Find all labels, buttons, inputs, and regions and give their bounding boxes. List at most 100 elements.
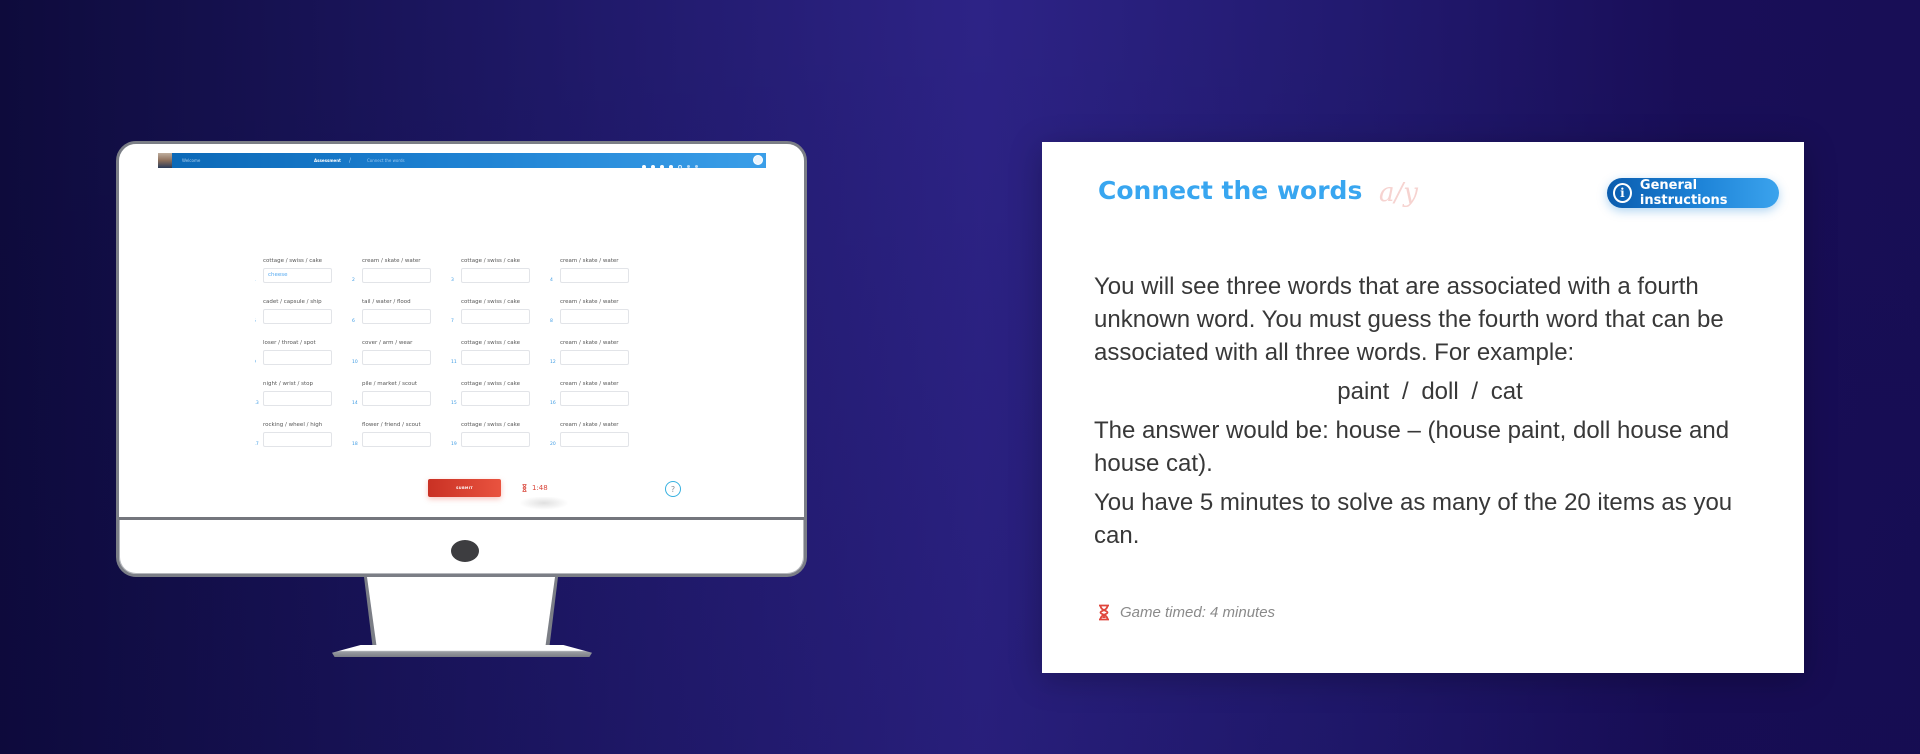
progress-dot <box>687 165 690 168</box>
breadcrumb-separator: / <box>349 157 352 164</box>
word-item-cue: cottage / swiss / cake <box>461 422 521 428</box>
word-grid-viewport: cottage / swiss / cake 1 cheese cream / ska… <box>255 258 681 498</box>
game-timed-text: Game timed: 4 minutes <box>1120 604 1276 621</box>
monitor-stand <box>367 577 555 645</box>
word-item-cue: night / wrist / stop <box>263 381 314 387</box>
progress-dot <box>695 165 698 168</box>
submit-button[interactable]: SUBMIT <box>428 479 501 497</box>
app-header: Welcome Assessment / Connect the words <box>158 153 766 169</box>
answer-input[interactable] <box>362 432 431 447</box>
word-item-cue: cottage / swiss / cake <box>461 340 521 346</box>
word-item: night / wrist / stop 13 <box>255 381 354 411</box>
progress-dot <box>669 165 673 169</box>
word-item-number: 1 <box>255 278 256 283</box>
answer-input[interactable] <box>362 391 431 406</box>
answer-input[interactable] <box>263 391 332 406</box>
answer-input[interactable] <box>362 309 431 324</box>
word-item: cottage / swiss / cake 7 <box>451 299 552 329</box>
word-item-number: 8 <box>550 319 553 324</box>
word-item-number: 9 <box>255 360 256 365</box>
answer-input[interactable] <box>461 350 530 365</box>
answer-input[interactable] <box>263 432 332 447</box>
example-words: paint / doll / cat <box>1337 378 1523 405</box>
word-item-cue: rocking / wheel / high <box>263 422 323 428</box>
word-item: cream / skate / water 2 <box>352 258 453 288</box>
answer-input[interactable] <box>560 391 629 406</box>
word-item-cue: loser / throat / spot <box>263 340 316 346</box>
progress-dot <box>651 165 655 169</box>
general-instructions-button[interactable]: i General instructions <box>1607 178 1779 208</box>
help-button[interactable]: ? <box>665 481 681 497</box>
answer-input[interactable] <box>362 350 431 365</box>
instructions-body: You will see three words that are associ… <box>1094 270 1766 558</box>
instructions-paragraph: You will see three words that are associ… <box>1094 273 1724 366</box>
word-item: pile / market / scout 14 <box>352 381 453 411</box>
word-item-number: 18 <box>352 442 358 447</box>
answer-input[interactable] <box>263 350 332 365</box>
word-item: cadet / capsule / ship 5 <box>255 299 354 329</box>
word-item: rocking / wheel / high 17 <box>255 422 354 452</box>
breadcrumb-current: Connect the words <box>367 158 405 163</box>
answer-input[interactable] <box>362 268 431 283</box>
answer-input[interactable] <box>461 432 530 447</box>
general-instructions-label: General instructions <box>1639 178 1728 208</box>
answer-input[interactable] <box>263 309 332 324</box>
word-item-cue: cottage / swiss / cake <box>461 299 521 305</box>
monitor-logo-dot <box>451 540 479 562</box>
word-item-cue: pile / market / scout <box>362 381 418 387</box>
word-item-number: 7 <box>451 319 454 324</box>
word-item: flower / friend / scout 18 <box>352 422 453 452</box>
word-item-number: 3 <box>451 278 454 283</box>
word-item-number: 19 <box>451 442 457 447</box>
progress-dot-current <box>678 165 682 169</box>
word-item-number: 4 <box>550 278 553 283</box>
answer-input[interactable] <box>560 432 629 447</box>
breadcrumb-assessment[interactable]: Assessment <box>314 158 341 163</box>
timer-shadow <box>519 496 569 510</box>
word-item: tail / water / flood 6 <box>352 299 453 329</box>
word-item-number: 11 <box>451 360 457 365</box>
answer-input[interactable] <box>461 309 530 324</box>
word-item: cream / skate / water 20 <box>550 422 651 452</box>
monitor-base <box>332 645 592 657</box>
word-item-number: 15 <box>451 401 457 406</box>
progress-indicator <box>642 165 698 169</box>
word-item-cue: cream / skate / water <box>560 340 619 346</box>
word-item-cue: tail / water / flood <box>362 299 411 305</box>
word-item-number: 6 <box>352 319 355 324</box>
instructions-paragraph: The answer would be: house – (house pain… <box>1094 417 1730 477</box>
word-item-cue: cover / arm / wear <box>362 340 413 346</box>
hourglass-icon <box>522 484 527 492</box>
hourglass-icon <box>1099 604 1109 621</box>
avatar <box>158 153 172 168</box>
answer-input[interactable] <box>560 350 629 365</box>
word-item-cue: cream / skate / water <box>560 422 619 428</box>
answer-input[interactable] <box>560 268 629 283</box>
instructions-card: Connect the words a/y i General instruct… <box>1042 142 1804 673</box>
word-item: cream / skate / water 16 <box>550 381 651 411</box>
word-item: cottage / swiss / cake 11 <box>451 340 552 370</box>
word-item-cue: cottage / swiss / cake <box>263 258 323 264</box>
word-item-number: 17 <box>255 442 259 447</box>
word-item-number: 20 <box>550 442 556 447</box>
word-item-number: 5 <box>255 319 256 324</box>
answer-input[interactable] <box>461 268 530 283</box>
header-user-label: Welcome <box>182 158 201 163</box>
word-item: cream / skate / water 12 <box>550 340 651 370</box>
info-icon: i <box>1613 183 1632 203</box>
brand-logo-text: a/y <box>1379 178 1418 208</box>
app-logo-icon <box>753 155 763 165</box>
timer: 1:48 <box>514 479 564 497</box>
word-item: cottage / swiss / cake 1 cheese <box>255 258 354 288</box>
word-item: cottage / swiss / cake 3 <box>451 258 552 288</box>
word-item-cue: cottage / swiss / cake <box>461 381 521 387</box>
answer-input[interactable] <box>461 391 530 406</box>
word-item-cue: flower / friend / scout <box>362 422 421 428</box>
word-item-number: 16 <box>550 401 556 406</box>
answer-input[interactable] <box>560 309 629 324</box>
card-title: Connect the words <box>1098 176 1363 205</box>
brand-logo-icon: a/y <box>1379 178 1418 208</box>
word-item: loser / throat / spot 9 <box>255 340 354 370</box>
progress-dot <box>660 165 664 169</box>
answer-input[interactable]: cheese <box>263 268 332 283</box>
